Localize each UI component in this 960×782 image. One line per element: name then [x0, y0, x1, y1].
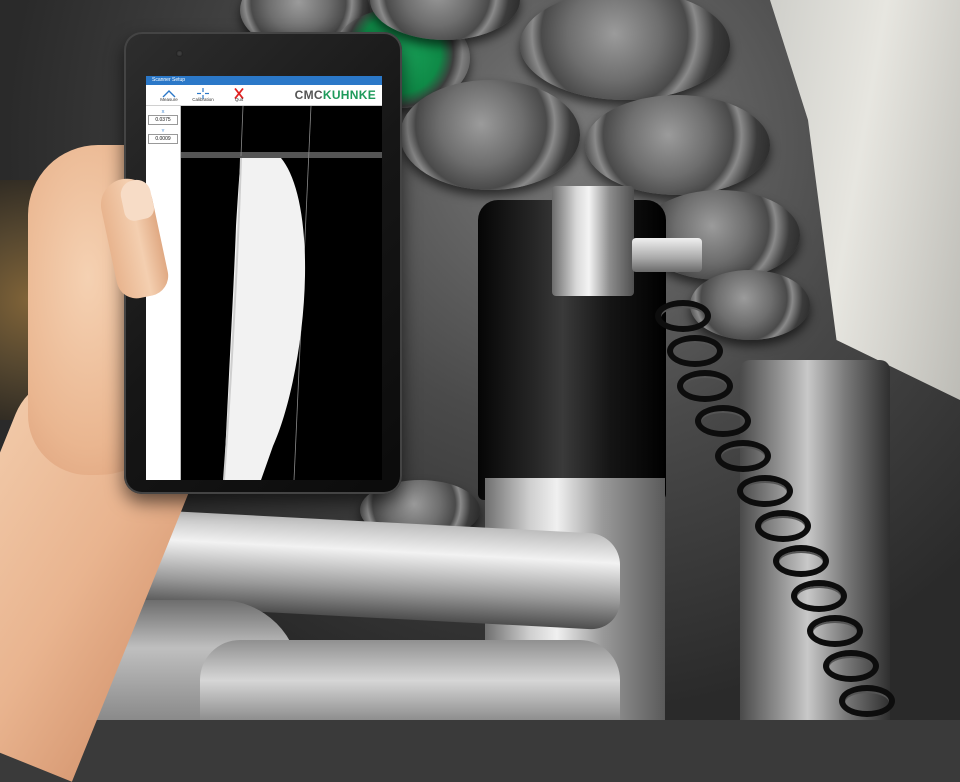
steel-base	[200, 640, 620, 720]
connector-rod	[632, 238, 702, 272]
cmc-kuhnke-logo: CMCKUHNKE	[295, 89, 376, 101]
scan-viewer[interactable]	[181, 106, 382, 480]
logo-cmc: CMC	[294, 88, 323, 102]
horizontal-cursor[interactable]	[181, 152, 382, 158]
toolbar: Measure Calibration Quit CMCKUHNKE	[146, 85, 382, 106]
camera-icon	[176, 50, 183, 57]
x-label: X	[161, 109, 165, 114]
measure-label: Measure	[160, 97, 178, 102]
y-label: Y	[161, 128, 165, 133]
tablet-screen: Scanner Setup Measure Calibration Quit C…	[146, 76, 382, 480]
coiled-cable	[655, 280, 895, 720]
bottle-cap	[400, 80, 580, 190]
hex-nut	[552, 186, 634, 296]
measure-button[interactable]: Measure	[152, 86, 186, 104]
close-icon	[222, 86, 256, 100]
metal-panel	[770, 0, 960, 400]
bottle-cap	[520, 0, 730, 100]
logo-kuhnke: KUHNKE	[322, 88, 376, 102]
scan-image	[181, 106, 382, 480]
quit-button[interactable]: Quit	[222, 86, 256, 104]
window-titlebar: Scanner Setup	[146, 76, 382, 85]
crosshair-icon	[186, 86, 220, 99]
caret-up-icon	[152, 86, 186, 98]
y-value-field[interactable]: 0.0009	[148, 134, 178, 144]
bottle-cap	[690, 270, 810, 340]
window-title: Scanner Setup	[152, 77, 186, 83]
calibration-label: Calibration	[192, 97, 214, 102]
quit-label: Quit	[234, 97, 244, 102]
bottle-cap	[585, 95, 770, 195]
calibration-button[interactable]: Calibration	[186, 86, 220, 104]
x-value-field[interactable]: 0.0375	[148, 115, 178, 125]
